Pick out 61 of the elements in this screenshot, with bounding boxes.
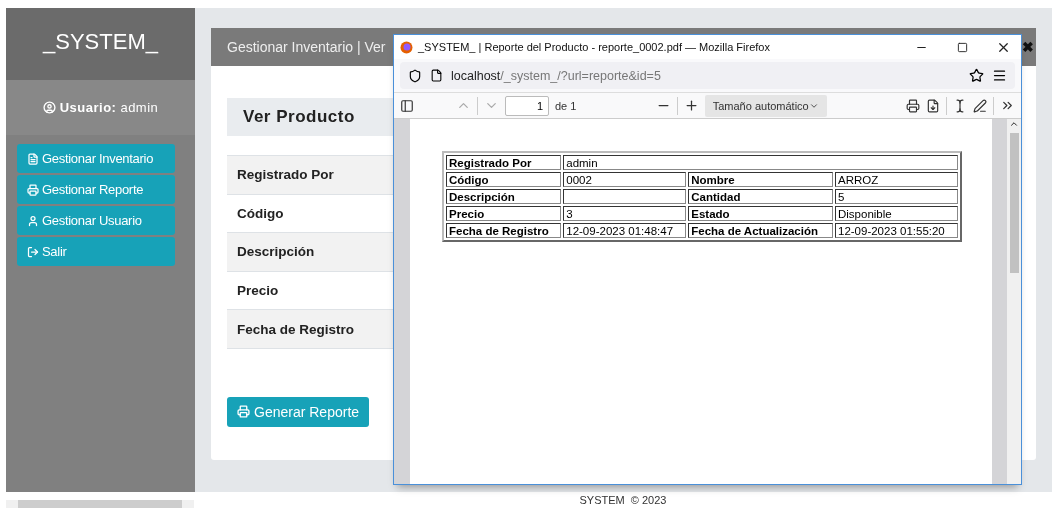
report-label: Estado bbox=[688, 206, 833, 221]
zoom-select[interactable]: Tamaño automático bbox=[704, 94, 827, 117]
report-value: 5 bbox=[835, 189, 958, 204]
sidebar-toggle-icon[interactable] bbox=[400, 98, 414, 113]
app-brand: _SYSTEM_ bbox=[6, 8, 195, 80]
printer-icon[interactable] bbox=[906, 98, 920, 113]
page-title: Ver Producto bbox=[243, 107, 355, 127]
window-title: _SYSTEM_ | Reporte del Producto - reporte_0002.pdf — Mozilla Firefox bbox=[418, 41, 771, 53]
report-label: Código bbox=[446, 172, 562, 187]
footer-text: SYSTEM © 2023 bbox=[578, 494, 668, 506]
page-icon bbox=[430, 69, 443, 82]
field-label: Descripción bbox=[237, 244, 315, 260]
menu-icon[interactable] bbox=[992, 68, 1007, 83]
report-value: admin bbox=[563, 155, 958, 170]
report-label: Nombre bbox=[688, 172, 833, 187]
star-icon[interactable] bbox=[969, 68, 984, 83]
menu-item[interactable]: Gestionar Reporte bbox=[17, 175, 175, 204]
vertical-scrollbar[interactable] bbox=[1007, 119, 1021, 484]
document-icon bbox=[27, 152, 39, 165]
printer-icon bbox=[237, 405, 250, 419]
scrollbar-thumb[interactable] bbox=[1009, 133, 1019, 273]
report-value: 0002 bbox=[563, 172, 687, 187]
page-number-field[interactable]: 1 bbox=[505, 95, 549, 116]
user-icon bbox=[27, 214, 39, 227]
field-label: Registrado Por bbox=[237, 167, 334, 183]
browser-logo-icon bbox=[400, 40, 413, 54]
report-value: ARROZ bbox=[835, 172, 958, 187]
generate-report-button[interactable]: Generar Reporte bbox=[227, 396, 370, 427]
address-bar[interactable]: localhost/_system_/?url=reporte&id=5 bbox=[400, 62, 1015, 89]
pen-icon[interactable] bbox=[973, 98, 987, 113]
maximize-icon[interactable] bbox=[956, 41, 968, 53]
horizontal-scrollbar[interactable] bbox=[6, 500, 194, 508]
user-label: Usuario: bbox=[59, 100, 117, 115]
url-text: localhost/_system_/?url=reporte&id=5 bbox=[451, 68, 662, 83]
download-icon[interactable] bbox=[926, 98, 940, 113]
report-label: Fecha de Registro bbox=[446, 223, 562, 238]
report-value: Disponible bbox=[835, 206, 958, 221]
logout-icon bbox=[27, 245, 39, 258]
report-value: 12-09-2023 01:48:47 bbox=[563, 223, 687, 238]
report-label: Registrado Por bbox=[446, 155, 562, 170]
report-label: Cantidad bbox=[688, 189, 833, 204]
menu-item[interactable]: Salir bbox=[17, 237, 175, 266]
shield-icon[interactable] bbox=[408, 68, 422, 83]
menu-item[interactable]: Gestionar Usuario bbox=[17, 206, 175, 235]
user-name: admin bbox=[120, 100, 159, 115]
scroll-up-icon[interactable] bbox=[1009, 119, 1019, 129]
close-button[interactable]: ✖ bbox=[1022, 39, 1034, 55]
printer-icon bbox=[27, 183, 39, 196]
report-value: 3 bbox=[563, 206, 687, 221]
menu-item[interactable]: Gestionar Inventario bbox=[17, 144, 175, 173]
report-value: 12-09-2023 01:55:20 bbox=[835, 223, 958, 238]
field-label: Precio bbox=[237, 283, 279, 299]
field-label: Código bbox=[237, 205, 284, 221]
page-total: de 1 bbox=[555, 99, 577, 112]
report-label: Fecha de Actualización bbox=[688, 223, 833, 238]
report-label: Descripción bbox=[446, 189, 562, 204]
zoom-in-icon[interactable] bbox=[683, 98, 699, 113]
breadcrumb: Gestionar Inventario | Ver bbox=[227, 39, 386, 55]
user-circle-icon bbox=[42, 101, 56, 114]
field-label: Fecha de Registro bbox=[237, 321, 355, 337]
report-label: Precio bbox=[446, 206, 562, 221]
